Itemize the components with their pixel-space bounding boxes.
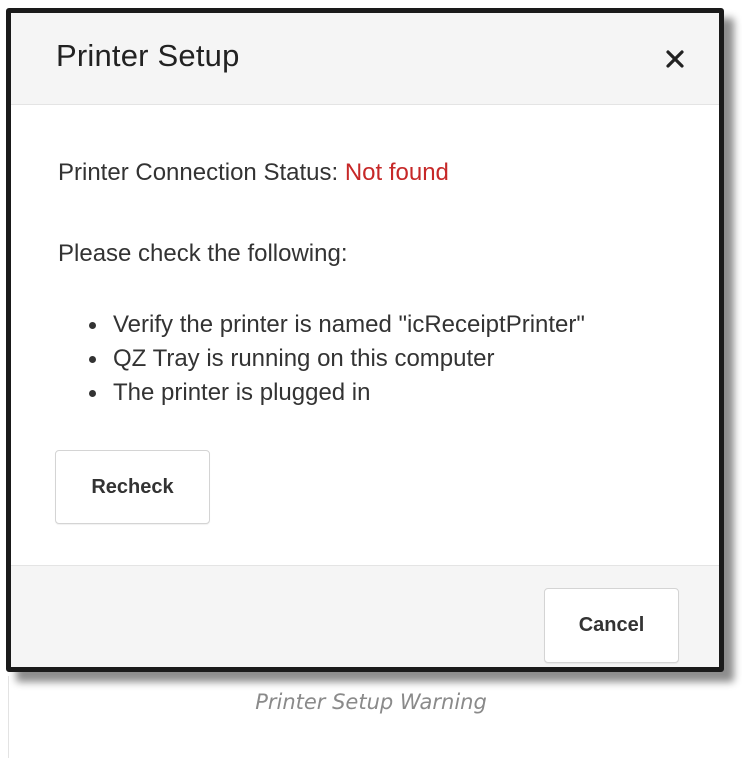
checklist: Verify the printer is named "icReceiptPr… — [83, 308, 585, 410]
list-item: QZ Tray is running on this computer — [83, 342, 585, 376]
dialog-body: Printer Connection Status: Not found Ple… — [11, 105, 719, 573]
list-item-text: Verify the printer is named "icReceiptPr… — [113, 311, 585, 338]
list-item-text: The printer is plugged in — [113, 379, 371, 406]
page: Printer Setup Printer Connection Status:… — [0, 0, 742, 758]
status-label: Printer Connection Status: — [58, 159, 339, 186]
bullet-icon — [89, 390, 96, 397]
figure-caption: Printer Setup Warning — [255, 690, 487, 714]
dialog-header: Printer Setup — [11, 13, 719, 105]
dialog-title: Printer Setup — [56, 38, 240, 73]
bullet-icon — [89, 356, 96, 363]
list-item: Verify the printer is named "icReceiptPr… — [83, 308, 585, 342]
connection-status: Printer Connection Status: Not found — [58, 159, 449, 187]
document-divider — [8, 676, 9, 758]
check-heading: Please check the following: — [58, 240, 348, 267]
close-icon — [666, 50, 684, 68]
list-item-text: QZ Tray is running on this computer — [113, 345, 495, 372]
dialog-footer: Cancel — [11, 565, 719, 667]
close-button[interactable] — [657, 41, 693, 77]
status-value: Not found — [344, 159, 449, 186]
recheck-button[interactable]: Recheck — [55, 450, 210, 524]
bullet-icon — [89, 322, 96, 329]
list-item: The printer is plugged in — [83, 376, 585, 410]
printer-setup-dialog: Printer Setup Printer Connection Status:… — [6, 8, 724, 672]
cancel-button[interactable]: Cancel — [544, 588, 679, 663]
